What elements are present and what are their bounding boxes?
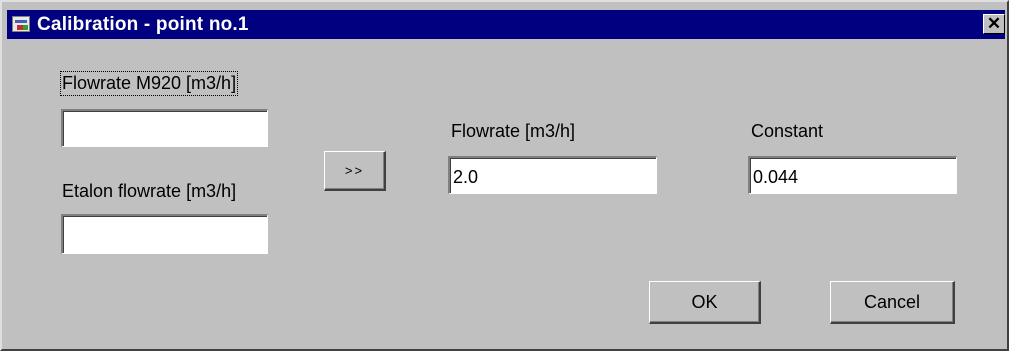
title-bar[interactable]: Calibration - point no.1 ✕ — [7, 10, 1005, 39]
flowrate-label: Flowrate [m3/h] — [451, 121, 576, 141]
flowrate-input[interactable] — [448, 156, 657, 194]
etalon-flowrate-label: Etalon flowrate [m3/h] — [62, 181, 237, 201]
close-button[interactable]: ✕ — [983, 14, 1005, 34]
calibration-dialog: Calibration - point no.1 ✕ Flowrate M920… — [0, 0, 1009, 351]
cancel-button[interactable]: Cancel — [830, 281, 955, 324]
close-icon: ✕ — [986, 14, 1002, 33]
window-title: Calibration - point no.1 — [37, 14, 249, 35]
flowrate-m920-input[interactable] — [61, 109, 268, 147]
transfer-button[interactable]: >> — [324, 151, 386, 191]
app-icon — [12, 16, 30, 32]
constant-input[interactable] — [748, 156, 957, 194]
ok-button[interactable]: OK — [649, 281, 761, 324]
etalon-flowrate-input[interactable] — [61, 214, 268, 254]
constant-label: Constant — [751, 121, 824, 141]
flowrate-m920-label: Flowrate M920 [m3/h] — [59, 71, 239, 96]
